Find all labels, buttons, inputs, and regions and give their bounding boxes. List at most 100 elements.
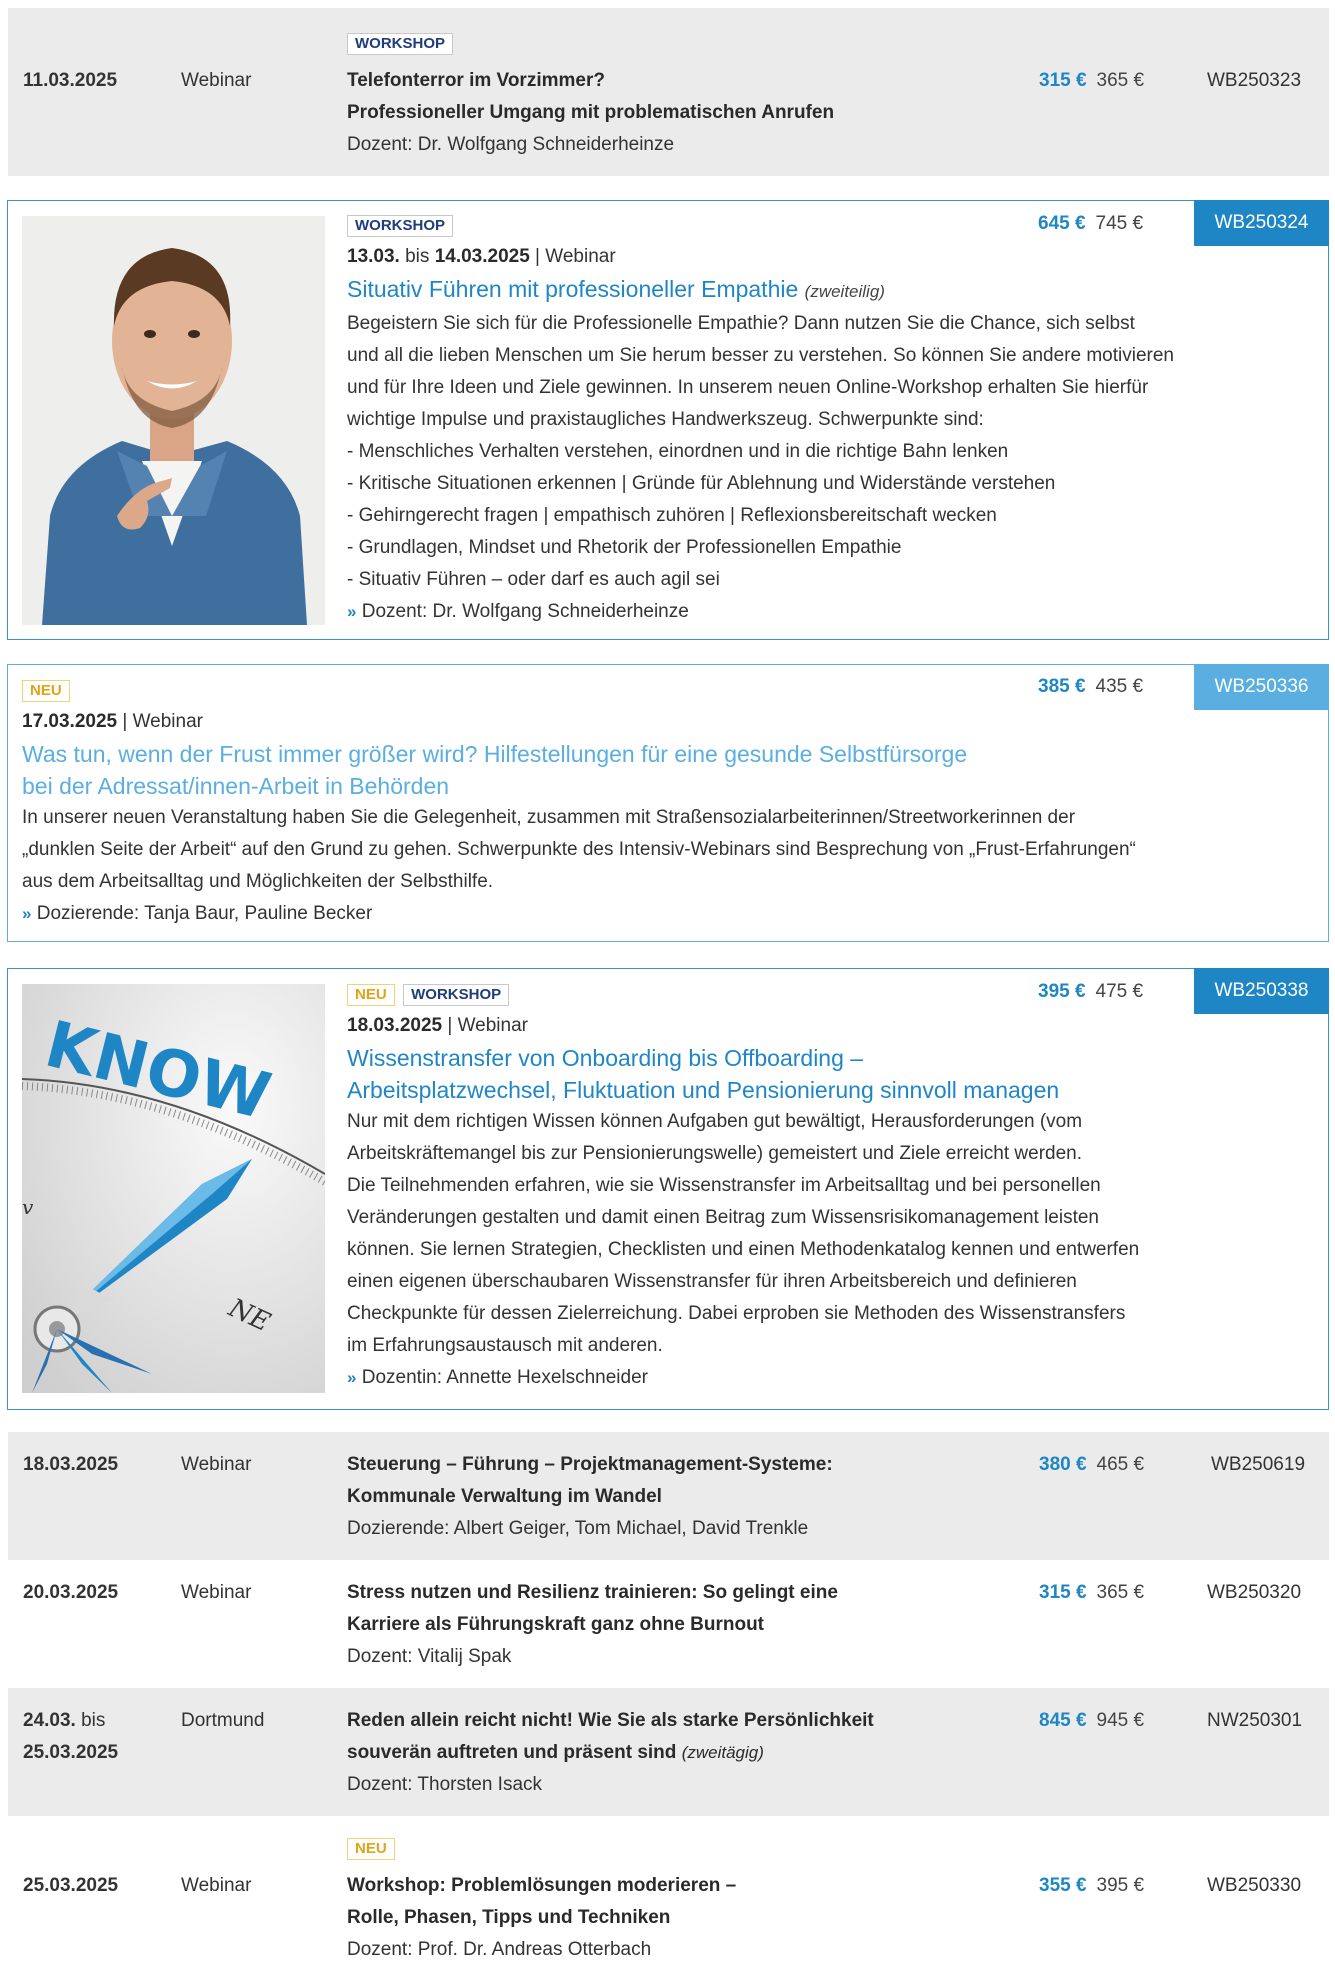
seminar-code-badge: WB250338 (1194, 968, 1329, 1014)
seminar-price: 395 € 475 € (1038, 976, 1143, 1008)
seminar-title[interactable]: Telefonterror im Vorzimmer? Professionel… (347, 65, 987, 129)
seminar-card[interactable]: WB250336 385 €435 € NEU 17.03.2025 | Web… (7, 664, 1329, 942)
description-line: aus dem Arbeitsalltag und Möglichkeiten … (22, 871, 494, 892)
member-price: 845 € (1039, 1710, 1087, 1731)
seminar-meta: 18.03.2025 | Webinar (347, 1010, 1327, 1042)
seminar-location: Webinar (181, 1875, 252, 1896)
member-price: 645 € (1038, 213, 1086, 234)
seminar-location: | Webinar (442, 1015, 528, 1036)
date-to: 25.03.2025 (23, 1742, 119, 1763)
description-line: Begeistern Sie sich für die Professionel… (347, 313, 1135, 334)
seminar-title-line: Workshop: Problemlösungen moderieren – (347, 1875, 737, 1896)
seminar-row[interactable]: WORKSHOP 11.03.2025 Webinar Telefonterro… (8, 8, 1329, 176)
description-line: können. Sie lernen Strategien, Checklist… (347, 1239, 1140, 1260)
compass-know-how-image: KNOW NE v (22, 984, 325, 1393)
lecturer-name: Dozent: Dr. Wolfgang Schneiderheinze (361, 601, 689, 622)
description-line: Checkpunkte für dessen Zielerreichung. D… (347, 1303, 1126, 1324)
seminar-code: WB250320 (1207, 1582, 1302, 1603)
description-line: - Menschliches Verhalten verstehen, eino… (347, 441, 1009, 462)
regular-price: 745 € (1095, 213, 1144, 234)
seminar-code: WB250323 (1207, 70, 1302, 91)
seminar-date: 20.03.2025 (23, 1582, 119, 1603)
svg-text:v: v (22, 1195, 34, 1219)
workshop-tag: WORKSHOP (347, 33, 453, 55)
seminar-lecturer: Dozent: Dr. Wolfgang Schneiderheinze (347, 134, 675, 155)
seminar-title-link[interactable]: Wissenstransfer von Onboarding bis Offbo… (347, 1042, 1327, 1106)
seminar-description: In unserer neuen Veranstaltung haben Sie… (22, 802, 1312, 898)
description-line: einen eigenen überschaubaren Wissenstran… (347, 1271, 1077, 1292)
seminar-price: 315 € 365 € (1039, 65, 1144, 97)
description-line: In unserer neuen Veranstaltung haben Sie… (22, 807, 1076, 828)
seminar-meta: 13.03. bis 14.03.2025 | Webinar (347, 241, 1327, 273)
seminar-location: Dortmund (181, 1710, 265, 1731)
description-line: und für Ihre Ideen und Ziele gewinnen. I… (347, 377, 1149, 398)
seminar-content: NEU WORKSHOP 18.03.2025 | Webinar Wissen… (347, 984, 1327, 1394)
seminar-lecturer: Dozierende: Albert Geiger, Tom Michael, … (347, 1518, 809, 1539)
seminar-content: NEU 17.03.2025 | Webinar Was tun, wenn d… (22, 680, 1312, 930)
seminar-title-link[interactable]: Was tun, wenn der Frust immer größer wir… (22, 738, 1312, 802)
description-line: - Grundlagen, Mindset und Rhetorik der P… (347, 537, 902, 558)
member-price: 380 € (1039, 1454, 1087, 1475)
seminar-lecturer: Dozent: Thorsten Isack (347, 1774, 543, 1795)
member-price: 395 € (1038, 981, 1086, 1002)
seminar-price: 355 € 395 € (1039, 1870, 1144, 1902)
double-chevron-icon: » (22, 904, 32, 923)
description-line: im Erfahrungsaustausch mit anderen. (347, 1335, 663, 1356)
double-chevron-icon: » (347, 602, 357, 621)
seminar-title-line: Steuerung – Führung – Projektmanagement-… (347, 1454, 833, 1475)
seminar-title-line: Telefonterror im Vorzimmer? (347, 70, 605, 91)
seminar-title[interactable]: Stress nutzen und Resilienz trainieren: … (347, 1577, 987, 1641)
new-tag: NEU (22, 680, 70, 702)
lecturer-name: Dozierende: Tanja Baur, Pauline Becker (36, 903, 373, 924)
seminar-title-line: Karriere als Führungskraft ganz ohne Bur… (347, 1614, 764, 1635)
seminar-description: Nur mit dem richtigen Wissen können Aufg… (347, 1106, 1327, 1362)
seminar-location: Webinar (181, 1454, 252, 1475)
workshop-tag: WORKSHOP (347, 215, 453, 237)
man-portrait-image (22, 216, 325, 625)
seminar-row[interactable]: 20.03.2025 Webinar Stress nutzen und Res… (8, 1560, 1329, 1688)
member-price: 355 € (1039, 1875, 1087, 1896)
description-line: - Gehirngerecht fragen | empathisch zuhö… (347, 505, 997, 526)
seminar-code: WB250330 (1207, 1875, 1302, 1896)
description-line: und all die lieben Menschen um Sie herum… (347, 345, 1174, 366)
member-price: 315 € (1039, 1582, 1087, 1603)
seminar-card[interactable]: WORKSHOP 13.03. bis 14.03.2025 | Webinar… (7, 200, 1329, 640)
seminar-title-line: Stress nutzen und Resilienz trainieren: … (347, 1582, 838, 1603)
seminar-date: 11.03.2025 (23, 70, 118, 91)
seminar-code: WB250619 (1211, 1454, 1306, 1475)
seminar-description: Begeistern Sie sich für die Professionel… (347, 308, 1327, 596)
seminar-lecturer: » Dozentin: Annette Hexelschneider (347, 1362, 1327, 1394)
new-tag: NEU (347, 1838, 395, 1860)
seminar-title-link[interactable]: Situativ Führen mit professioneller Empa… (347, 273, 1327, 308)
description-line: - Situativ Führen – oder darf es auch ag… (347, 569, 720, 590)
regular-price: 395 € (1096, 1875, 1145, 1896)
date-separator: bis (399, 246, 435, 267)
regular-price: 465 € (1096, 1454, 1145, 1475)
seminar-price: 315 € 365 € (1039, 1577, 1144, 1609)
seminar-title-line: souverän auftreten und präsent sind (347, 1742, 677, 1763)
seminar-price: 380 € 465 € (1039, 1449, 1144, 1481)
seminar-title-line: Wissenstransfer von Onboarding bis Offbo… (347, 1045, 864, 1071)
lecturer-name: Dozentin: Annette Hexelschneider (361, 1367, 648, 1388)
seminar-content: WORKSHOP 13.03. bis 14.03.2025 | Webinar… (347, 215, 1327, 628)
workshop-tag: WORKSHOP (403, 984, 510, 1006)
date-to: 14.03.2025 (434, 246, 530, 267)
regular-price: 365 € (1096, 1582, 1145, 1603)
description-line: Arbeitskräftemangel bis zur Pensionierun… (347, 1143, 1083, 1164)
seminar-title-line: Arbeitsplatzwechsel, Fluktuation und Pen… (347, 1077, 1060, 1103)
seminar-title-line: Kommunale Verwaltung im Wandel (347, 1486, 662, 1507)
seminar-title[interactable]: Steuerung – Führung – Projektmanagement-… (347, 1449, 987, 1513)
seminar-title[interactable]: Workshop: Problemlösungen moderieren – R… (347, 1870, 987, 1934)
seminar-title[interactable]: Reden allein reicht nicht! Wie Sie als s… (347, 1705, 987, 1769)
seminar-row[interactable]: 24.03. bis 25.03.2025 Dortmund Reden all… (8, 1688, 1329, 1816)
seminar-date: 17.03.2025 (22, 711, 118, 732)
seminar-price: 845 € 945 € (1039, 1705, 1144, 1737)
seminar-row[interactable]: 18.03.2025 Webinar Steuerung – Führung –… (8, 1432, 1329, 1560)
seminar-row[interactable]: NEU 25.03.2025 Webinar Workshop: Problem… (8, 1816, 1329, 1961)
seminar-card[interactable]: KNOW NE v NEU WORKSHOP 18.03.2025 | Webi… (7, 968, 1329, 1410)
seminar-title-line: Reden allein reicht nicht! Wie Sie als s… (347, 1710, 874, 1731)
lecturer-photo (22, 216, 325, 625)
date-separator: bis (75, 1710, 106, 1731)
description-line: wichtige Impulse und praxistaugliches Ha… (347, 409, 984, 430)
description-line: „dunklen Seite der Arbeit“ auf den Grund… (22, 839, 1136, 860)
